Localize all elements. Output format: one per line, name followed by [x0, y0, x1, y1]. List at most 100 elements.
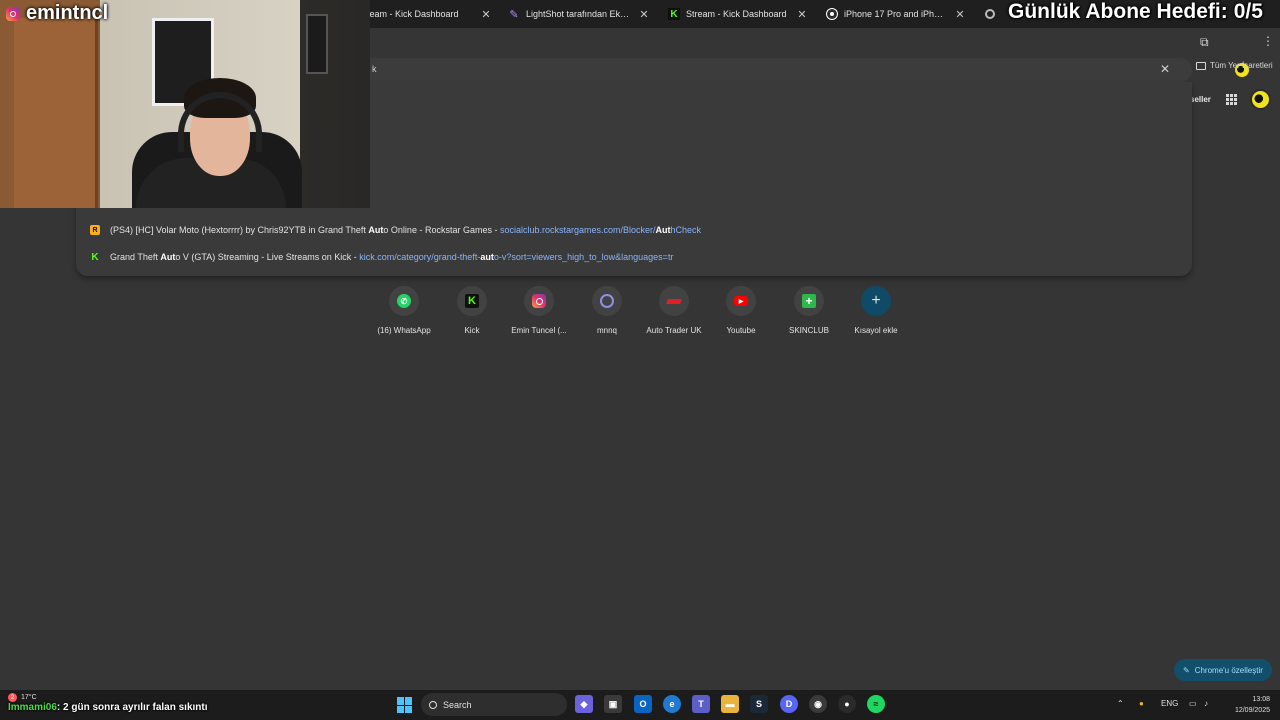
tab-kick-dashboard-1[interactable]: Stream - Kick Dashboard ✕ [350, 2, 500, 26]
suggestion-item[interactable]: R (PS4) [HC] Volar Moto (Hextorrrr) by C… [90, 221, 701, 239]
url-match: Aut [655, 225, 671, 235]
teams-icon[interactable]: T [692, 695, 710, 713]
customize-chrome-button[interactable]: ✎ Chrome'u özelleştir [1174, 659, 1272, 681]
title-match: Aut [160, 252, 176, 262]
tab-kick-dashboard-2[interactable]: K Stream - Kick Dashboard ✕ [660, 2, 816, 26]
title-match: Aut [368, 225, 384, 235]
outlook-icon[interactable]: O [634, 695, 652, 713]
tab-title: iPhone 17 Pro and iPhone 17 P [844, 9, 948, 19]
extensions-icon[interactable]: ⧉ [1200, 35, 1209, 50]
taskbar-search-label: Search [443, 699, 472, 710]
apple-icon [826, 8, 838, 20]
youtube-icon: ▶ [734, 296, 748, 306]
edge-icon[interactable]: e [663, 695, 681, 713]
sub-goal-label: Günlük Abone Hedefi: [1008, 0, 1228, 23]
chat-username: Immami06 [8, 702, 57, 713]
title-text: o Online - Rockstar Games [383, 225, 492, 235]
start-button[interactable] [397, 697, 413, 713]
close-icon[interactable]: ✕ [638, 8, 650, 21]
shortcut-whatsapp[interactable]: ✆ (16) WhatsApp [371, 286, 437, 335]
folder-icon [1196, 61, 1206, 70]
chat-overlay-message: Immami06: 2 gün sonra ayrılır falan sıkı… [8, 702, 208, 713]
shortcut-label: mnnq [596, 326, 617, 335]
shortcut-youtube[interactable]: ▶ Youtube [708, 286, 774, 335]
all-bookmarks-button[interactable]: Tüm Yer İşaretleri [1196, 61, 1273, 70]
account-avatar[interactable] [1250, 89, 1271, 110]
add-shortcut-button[interactable]: + Kısayol ekle [843, 286, 909, 335]
streamer-handle: emintncl [6, 2, 108, 25]
shortcut-icon-bg: K [457, 286, 487, 316]
shortcut-instagram[interactable]: Emin Tuncel (... [506, 286, 572, 335]
skinclub-icon: + [802, 294, 816, 308]
separator: - [491, 225, 500, 235]
add-icon: + [871, 292, 881, 309]
weather-widget[interactable]: 2 17°C [8, 693, 37, 702]
notification-badge: 2 [8, 693, 17, 702]
apps-grid-icon[interactable] [1226, 94, 1237, 105]
suggestion-url: socialclub.rockstargames.com/Blocker/Aut… [500, 225, 701, 235]
kick-icon: K [465, 294, 479, 308]
chrome-icon [984, 8, 996, 20]
url-text: socialclub.rockstargames.com/Blocker/ [499, 225, 656, 235]
close-icon[interactable]: ✕ [954, 8, 966, 21]
tab-title: Stream - Kick Dashboard [686, 9, 787, 19]
streamer-handle-text: emintncl [26, 2, 109, 24]
shortcut-label: (16) WhatsApp [377, 326, 431, 335]
chat-text: : 2 gün sonra ayrılır falan sıkıntı [56, 702, 208, 713]
weather-temperature: 17°C [21, 694, 37, 701]
shortcut-icon-bg [524, 286, 554, 316]
shortcut-icon-bg: ▶ [726, 286, 756, 316]
webcam-overlay [0, 0, 370, 208]
shortcut-autotrader[interactable]: Auto Trader UK [641, 286, 707, 335]
tab-lightshot[interactable]: ✎ LightShot tarafından Ekran Gör ✕ [500, 2, 658, 26]
lightshot-icon: ✎ [509, 8, 519, 21]
shortcut-icon-bg: + [794, 286, 824, 316]
ntp-header-link[interactable]: seller [1190, 95, 1211, 104]
menu-icon[interactable]: ⋮ [1262, 34, 1274, 48]
close-icon[interactable]: ✕ [796, 8, 808, 21]
autotrader-icon [666, 298, 682, 304]
customize-chrome-label: Chrome'u özelleştir [1194, 665, 1263, 675]
discord-icon[interactable]: D [780, 695, 798, 713]
kick-icon: K [91, 251, 99, 263]
copilot-icon[interactable]: ◆ [575, 695, 593, 713]
file-explorer-icon[interactable]: ▬ [721, 695, 739, 713]
system-clock[interactable]: 13:08 12/09/2025 [1226, 694, 1270, 716]
store-icon[interactable]: ▣ [604, 695, 622, 713]
address-input-text[interactable]: k [372, 64, 377, 74]
shortcut-icon-bg: + [861, 286, 891, 316]
suggestion-title: Grand Theft Auto V (GTA) Streaming - Liv… [110, 252, 673, 262]
taskbar-search[interactable]: Search [421, 693, 567, 716]
volume-icon[interactable]: ♪ [1204, 699, 1208, 708]
mnnq-icon [600, 294, 614, 308]
webcam-frame [306, 14, 328, 74]
clear-icon[interactable]: ✕ [1160, 62, 1170, 76]
title-text: o V (GTA) Streaming - Live Streams on Ki… [175, 252, 352, 262]
chrome-icon[interactable]: ◉ [809, 695, 827, 713]
url-text: o-v?sort=viewers_high_to_low&languages=t… [493, 252, 674, 262]
url-text: kick.com/category/grand-theft- [359, 252, 481, 262]
pencil-icon: ✎ [1183, 665, 1190, 675]
suggestion-item[interactable]: K Grand Theft Auto V (GTA) Streaming - L… [90, 248, 673, 266]
shortcut-skinclub[interactable]: + SKINCLUB [776, 286, 842, 335]
display-icon[interactable]: ▭ [1189, 699, 1197, 708]
microphone-icon[interactable]: ● [1139, 699, 1144, 708]
webcam-door [14, 18, 98, 208]
clock-time: 13:08 [1252, 696, 1270, 703]
spotify-icon[interactable]: ≈ [867, 695, 885, 713]
shortcut-label: Youtube [726, 326, 756, 335]
tab-title: LightShot tarafından Ekran Gör [526, 9, 632, 19]
search-icon [429, 700, 437, 709]
shortcut-kick[interactable]: K Kick [439, 286, 505, 335]
close-icon[interactable]: ✕ [480, 8, 492, 21]
clock-date: 12/09/2025 [1234, 707, 1270, 714]
language-indicator[interactable]: ENG [1161, 699, 1178, 708]
obs-icon[interactable]: ● [838, 695, 856, 713]
steam-icon[interactable]: S [750, 695, 768, 713]
tab-iphone[interactable]: iPhone 17 Pro and iPhone 17 P ✕ [818, 2, 974, 26]
shortcut-icon-bg [659, 286, 689, 316]
suggestion-url: kick.com/category/grand-theft-auto-v?sor… [359, 252, 673, 262]
tab-new-tab[interactable] [976, 2, 1006, 26]
tray-expand-icon[interactable]: ⌃ [1117, 699, 1124, 708]
shortcut-mnnq[interactable]: mnnq [574, 286, 640, 335]
